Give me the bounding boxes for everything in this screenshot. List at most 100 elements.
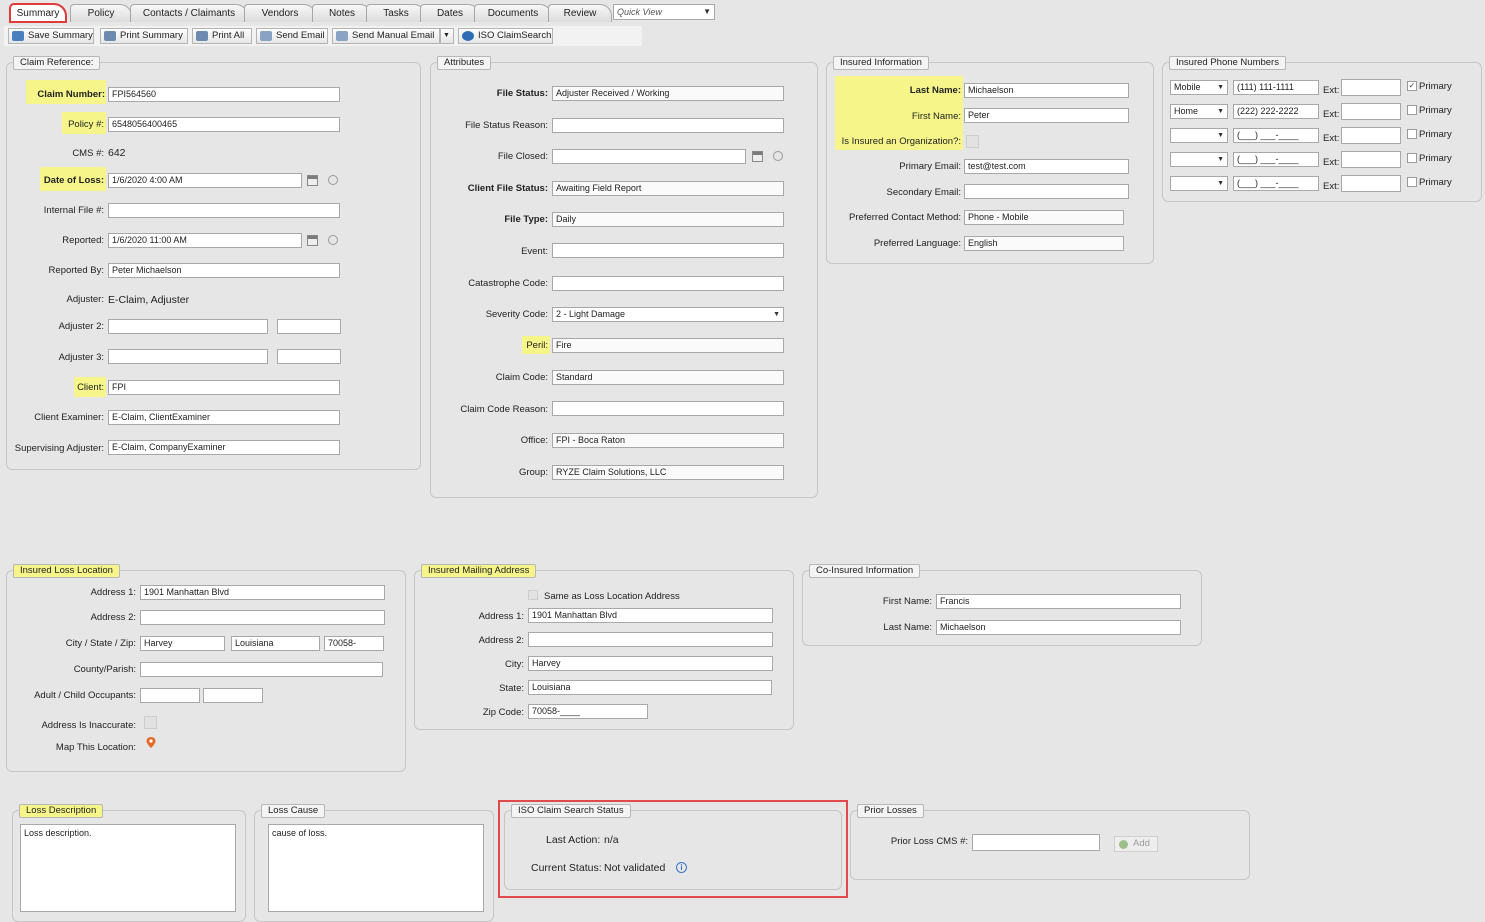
loss-state-input[interactable]: Louisiana <box>231 636 320 651</box>
adjuster3-input[interactable] <box>108 349 268 364</box>
tab-contacts-claimants[interactable]: Contacts / Claimants <box>130 4 248 22</box>
send-manual-email-button[interactable]: Send Manual Email <box>332 28 440 44</box>
catastrophe-code-input[interactable] <box>552 276 784 291</box>
secondary-email-input[interactable] <box>964 184 1129 199</box>
phone-number-input[interactable]: (111) 111-1111 <box>1233 80 1319 95</box>
internal-file-input[interactable] <box>108 203 340 218</box>
send-email-dropdown-button[interactable]: ▼ <box>440 28 454 44</box>
policy-input[interactable]: 6548056400465 <box>108 117 340 132</box>
calendar-icon[interactable] <box>307 235 318 246</box>
phone-type-select[interactable]: ▼ <box>1170 128 1228 143</box>
county-input[interactable] <box>140 662 383 677</box>
event-input[interactable] <box>552 243 784 258</box>
tab-notes[interactable]: Notes <box>312 4 372 22</box>
tab-tasks[interactable]: Tasks <box>366 4 426 22</box>
ext-input[interactable] <box>1341 103 1401 120</box>
ext-input[interactable] <box>1341 79 1401 96</box>
address-inaccurate-checkbox[interactable] <box>144 716 157 729</box>
reported-input[interactable]: 1/6/2020 11:00 AM <box>108 233 302 248</box>
loss-address2-input[interactable] <box>140 610 385 625</box>
tab-documents[interactable]: Documents <box>474 4 552 22</box>
phone-number-input[interactable]: (___) ___-____ <box>1233 152 1319 167</box>
print-all-button[interactable]: Print All <box>192 28 252 44</box>
mailing-address1-input[interactable]: 1901 Manhattan Blvd <box>528 608 773 623</box>
file-type-input[interactable]: Daily <box>552 212 784 227</box>
primary-checkbox[interactable] <box>1407 177 1417 187</box>
loss-zip-input[interactable]: 70058- <box>324 636 384 651</box>
reported-by-input[interactable]: Peter Michaelson <box>108 263 340 278</box>
severity-code-select[interactable]: 2 - Light Damage ▼ <box>552 307 784 322</box>
calendar-icon[interactable] <box>752 151 763 162</box>
mailing-city-input[interactable]: Harvey <box>528 656 773 671</box>
loss-description-textarea[interactable]: Loss description. <box>20 824 236 912</box>
group-input[interactable]: RYZE Claim Solutions, LLC <box>552 465 784 480</box>
last-name-input[interactable]: Michaelson <box>964 83 1129 98</box>
loss-address1-input[interactable]: 1901 Manhattan Blvd <box>140 585 385 600</box>
ext-input[interactable] <box>1341 151 1401 168</box>
phone-number-input[interactable]: (222) 222-2222 <box>1233 104 1319 119</box>
tab-review[interactable]: Review <box>548 4 612 22</box>
tab-dates[interactable]: Dates <box>420 4 480 22</box>
phone-number-input[interactable]: (___) ___-____ <box>1233 176 1319 191</box>
clock-icon[interactable] <box>773 151 783 161</box>
tab-policy[interactable]: Policy <box>70 4 132 22</box>
mailing-zip-input[interactable]: 70058-____ <box>528 704 648 719</box>
loss-cause-textarea[interactable]: cause of loss. <box>268 824 484 912</box>
claim-code-input[interactable]: Standard <box>552 370 784 385</box>
date-of-loss-input[interactable]: 1/6/2020 4:00 AM <box>108 173 302 188</box>
client-input[interactable]: FPI <box>108 380 340 395</box>
info-icon[interactable]: i <box>676 862 687 873</box>
add-button[interactable]: Add <box>1114 836 1158 852</box>
iso-claimsearch-button[interactable]: ISO ClaimSearch <box>458 28 553 44</box>
child-occupants-input[interactable] <box>203 688 263 703</box>
phone-number-input[interactable]: (___) ___-____ <box>1233 128 1319 143</box>
primary-checkbox[interactable] <box>1407 105 1417 115</box>
map-pin-icon[interactable] <box>145 736 157 749</box>
phone-type-select[interactable]: ▼ <box>1170 152 1228 167</box>
co-insured-last-name-input[interactable]: Michaelson <box>936 620 1181 635</box>
adjuster2-extra-input[interactable] <box>277 319 341 334</box>
mailing-address2-input[interactable] <box>528 632 773 647</box>
loss-city-input[interactable]: Harvey <box>140 636 225 651</box>
adjuster2-input[interactable] <box>108 319 268 334</box>
mailing-state-input[interactable]: Louisiana <box>528 680 772 695</box>
preferred-contact-input[interactable]: Phone - Mobile <box>964 210 1124 225</box>
globe-icon <box>462 31 474 41</box>
clock-icon[interactable] <box>328 235 338 245</box>
quick-view-select[interactable]: Quick View ▼ <box>613 4 715 20</box>
calendar-icon[interactable] <box>307 175 318 186</box>
first-name-input[interactable]: Peter <box>964 108 1129 123</box>
ext-input[interactable] <box>1341 127 1401 144</box>
tab-vendors[interactable]: Vendors <box>244 4 316 22</box>
adjuster3-extra-input[interactable] <box>277 349 341 364</box>
office-input[interactable]: FPI - Boca Raton <box>552 433 784 448</box>
supervising-adjuster-input[interactable]: E-Claim, CompanyExaminer <box>108 440 340 455</box>
tab-summary[interactable]: Summary <box>9 3 67 23</box>
clock-icon[interactable] <box>328 175 338 185</box>
phone-type-select[interactable]: Mobile ▼ <box>1170 80 1228 95</box>
print-summary-button[interactable]: Print Summary <box>100 28 188 44</box>
primary-checkbox[interactable] <box>1407 129 1417 139</box>
primary-email-input[interactable]: test@test.com <box>964 159 1129 174</box>
phone-type-select[interactable]: Home ▼ <box>1170 104 1228 119</box>
ext-input[interactable] <box>1341 175 1401 192</box>
primary-checkbox[interactable]: ✓ <box>1407 81 1417 91</box>
claim-code-reason-input[interactable] <box>552 401 784 416</box>
client-file-status-input[interactable]: Awaiting Field Report <box>552 181 784 196</box>
save-summary-button[interactable]: Save Summary <box>8 28 94 44</box>
primary-checkbox[interactable] <box>1407 153 1417 163</box>
phone-type-select[interactable]: ▼ <box>1170 176 1228 191</box>
preferred-language-input[interactable]: English <box>964 236 1124 251</box>
file-closed-input[interactable] <box>552 149 746 164</box>
client-examiner-input[interactable]: E-Claim, ClientExaminer <box>108 410 340 425</box>
claim-number-input[interactable]: FPI564560 <box>108 87 340 102</box>
file-status-reason-input[interactable] <box>552 118 784 133</box>
adult-occupants-input[interactable] <box>140 688 200 703</box>
peril-input[interactable]: Fire <box>552 338 784 353</box>
send-email-button[interactable]: Send Email <box>256 28 328 44</box>
file-status-input[interactable]: Adjuster Received / Working <box>552 86 784 101</box>
same-as-loss-checkbox[interactable] <box>528 590 538 600</box>
prior-cms-input[interactable] <box>972 834 1100 851</box>
is-organization-checkbox[interactable] <box>966 135 979 148</box>
co-insured-first-name-input[interactable]: Francis <box>936 594 1181 609</box>
